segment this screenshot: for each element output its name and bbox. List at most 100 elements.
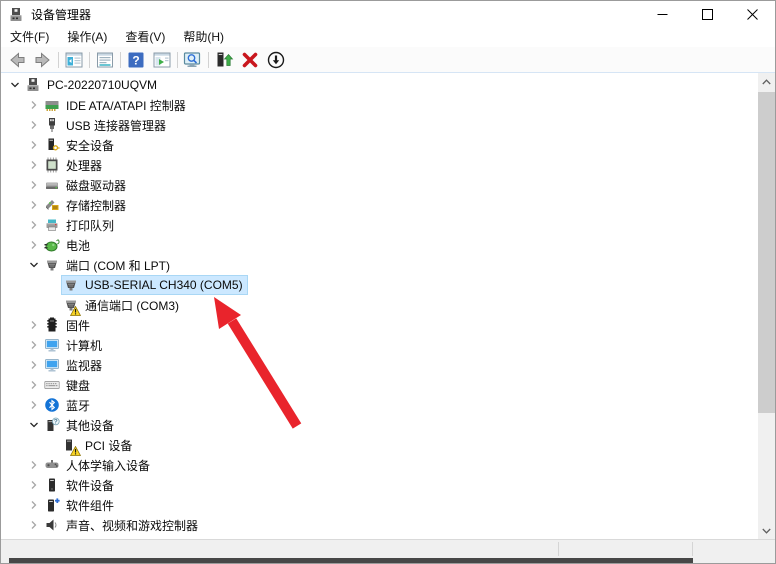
uninstall-device-button[interactable] xyxy=(237,48,263,71)
expander-collapsed-icon[interactable] xyxy=(25,497,42,513)
tree-item-label: 通信端口 (COM3) xyxy=(84,297,180,314)
tree-item-content[interactable]: 软件组件 xyxy=(42,495,119,516)
scan-hardware-button[interactable] xyxy=(180,48,206,71)
expander-collapsed-icon[interactable] xyxy=(25,157,42,173)
expander-collapsed-icon[interactable] xyxy=(25,177,42,193)
menu-action[interactable]: 操作(A) xyxy=(58,28,116,47)
tree-item-content[interactable]: USB 连接器管理器 xyxy=(42,115,171,136)
tree-item-label: PCI 设备 xyxy=(84,437,133,454)
serial-port-icon xyxy=(44,257,60,273)
tree-item-content[interactable]: 存储控制器 xyxy=(42,195,131,216)
unknown-device-icon xyxy=(63,437,79,453)
expander-collapsed-icon[interactable] xyxy=(25,217,42,233)
taskbar-edge-dark xyxy=(9,558,693,563)
expander-spacer xyxy=(44,297,61,313)
tree-item-content[interactable]: 人体学输入设备 xyxy=(42,455,155,476)
serial-port-icon xyxy=(63,297,79,313)
minimize-icon xyxy=(657,9,668,20)
expander-expanded-icon[interactable] xyxy=(25,417,42,433)
expander-expanded-icon[interactable] xyxy=(25,257,42,273)
tree-item: 存储控制器 xyxy=(1,195,775,215)
expander-collapsed-icon[interactable] xyxy=(25,197,42,213)
tree-item-content[interactable]: PCI 设备 xyxy=(61,435,137,456)
tree-item-content[interactable]: ?其他设备 xyxy=(42,415,119,436)
tree-item: 软件组件 xyxy=(1,495,775,515)
tree-item-label: USB-SERIAL CH340 (COM5) xyxy=(84,278,244,292)
help-button[interactable]: ? xyxy=(123,48,149,71)
tree-item-label: 端口 (COM 和 LPT) xyxy=(65,257,171,274)
tree-item-content[interactable]: 声音、视频和游戏控制器 xyxy=(42,515,203,536)
vertical-scrollbar[interactable] xyxy=(758,73,775,539)
expander-collapsed-icon[interactable] xyxy=(25,317,42,333)
menu-view[interactable]: 查看(V) xyxy=(116,28,174,47)
tree-item-label: 磁盘驱动器 xyxy=(65,177,127,194)
expander-expanded-icon[interactable] xyxy=(6,77,23,93)
tree-item-content[interactable]: 处理器 xyxy=(42,155,107,176)
usb-connector-icon xyxy=(44,117,60,133)
expander-collapsed-icon[interactable] xyxy=(25,397,42,413)
tree-item-content[interactable]: 键盘 xyxy=(42,375,95,396)
tree-item: 软件设备 xyxy=(1,475,775,495)
scroll-up-button[interactable] xyxy=(758,73,775,90)
tree-item: 电池 xyxy=(1,235,775,255)
expander-collapsed-icon[interactable] xyxy=(25,477,42,493)
show-console-tree-button[interactable] xyxy=(61,48,87,71)
disk-drive-icon xyxy=(44,177,60,193)
tree-item-content[interactable]: 磁盘驱动器 xyxy=(42,175,131,196)
tree-item: 端口 (COM 和 LPT) xyxy=(1,255,775,275)
tree-item-content[interactable]: 通信端口 (COM3) xyxy=(61,295,184,316)
tree-item: IDE ATA/ATAPI 控制器 xyxy=(1,95,775,115)
tree-item-selected-content[interactable]: USB-SERIAL CH340 (COM5) xyxy=(61,275,248,295)
tree-item-label: 蓝牙 xyxy=(65,397,91,414)
expander-collapsed-icon[interactable] xyxy=(25,517,42,533)
tree-item-content[interactable]: 软件设备 xyxy=(42,475,119,496)
chevron-down-icon xyxy=(762,528,771,534)
expander-collapsed-icon[interactable] xyxy=(25,357,42,373)
action-pane-button[interactable] xyxy=(149,48,175,71)
tree-item-content[interactable]: 电池 xyxy=(42,235,95,256)
tree-item: 人体学输入设备 xyxy=(1,455,775,475)
tree-item-content[interactable]: 端口 (COM 和 LPT) xyxy=(42,255,175,276)
tree-item-label: 人体学输入设备 xyxy=(65,457,151,474)
ide-controller-icon xyxy=(44,97,60,113)
tree-item-content[interactable]: 打印队列 xyxy=(42,215,119,236)
menu-file[interactable]: 文件(F) xyxy=(1,28,58,47)
tree-item-content[interactable]: 计算机 xyxy=(42,335,107,356)
expander-collapsed-icon[interactable] xyxy=(25,377,42,393)
expander-collapsed-icon[interactable] xyxy=(25,137,42,153)
expander-collapsed-icon[interactable] xyxy=(25,337,42,353)
maximize-button[interactable] xyxy=(685,1,730,28)
warning-overlay-icon xyxy=(70,445,81,455)
expander-collapsed-icon[interactable] xyxy=(25,237,42,253)
security-device-icon xyxy=(44,137,60,153)
expander-collapsed-icon[interactable] xyxy=(25,457,42,473)
tree-item-content[interactable]: 安全设备 xyxy=(42,135,119,156)
tree-item-content[interactable]: 固件 xyxy=(42,315,95,336)
tree-item-content[interactable]: IDE ATA/ATAPI 控制器 xyxy=(42,95,191,116)
forward-button[interactable] xyxy=(30,48,56,71)
tree-item-content[interactable]: 监视器 xyxy=(42,355,107,376)
tree-item-label: 打印队列 xyxy=(65,217,115,234)
keyboard-icon xyxy=(44,377,60,393)
tree-item: 处理器 xyxy=(1,155,775,175)
tree-item-label: 处理器 xyxy=(65,157,103,174)
tree-item-content[interactable]: PC-20220710UQVM xyxy=(23,75,162,95)
tree-item: 蓝牙 xyxy=(1,395,775,415)
disable-device-button[interactable] xyxy=(263,48,289,71)
minimize-button[interactable] xyxy=(640,1,685,28)
tree-item: 磁盘驱动器 xyxy=(1,175,775,195)
expander-collapsed-icon[interactable] xyxy=(25,117,42,133)
back-button[interactable] xyxy=(4,48,30,71)
tree-item-content[interactable]: 蓝牙 xyxy=(42,395,95,416)
other-device-icon: ? xyxy=(44,417,60,433)
tree-item-label: PC-20220710UQVM xyxy=(46,78,158,92)
firmware-icon xyxy=(44,317,60,333)
close-button[interactable] xyxy=(730,1,775,28)
update-driver-button[interactable] xyxy=(211,48,237,71)
scroll-down-button[interactable] xyxy=(758,522,775,539)
expander-collapsed-icon[interactable] xyxy=(25,97,42,113)
menu-help[interactable]: 帮助(H) xyxy=(174,28,233,47)
properties-button[interactable] xyxy=(92,48,118,71)
tree-item: 固件 xyxy=(1,315,775,335)
scrollbar-thumb[interactable] xyxy=(758,92,775,413)
